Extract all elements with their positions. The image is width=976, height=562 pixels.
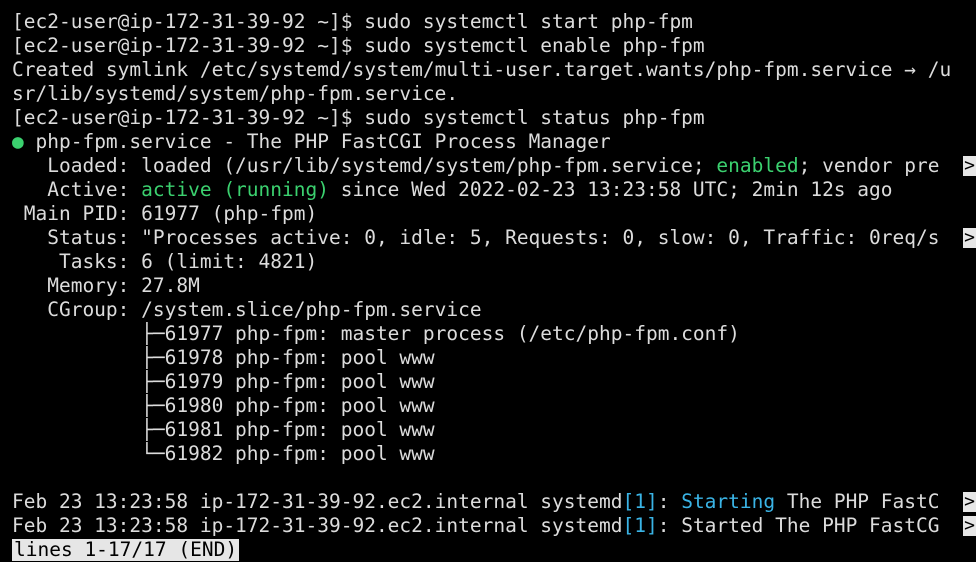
pager-line[interactable]: lines 1-17/17 (END): [12, 538, 976, 562]
cgroup-tree-item: ├─61980 php-fpm: pool www: [12, 394, 435, 417]
active-state: active (running): [141, 178, 329, 201]
journal-prefix: Feb 23 13:23:58 ip-172-31-39-92.ec2.inte…: [12, 514, 623, 537]
cgroup-line: CGroup: /system.slice/php-fpm.service: [12, 298, 482, 321]
shell-command: sudo systemctl start php-fpm: [364, 10, 693, 33]
truncation-marker: >: [963, 491, 976, 512]
loaded-rest: ; vendor pre: [798, 154, 940, 177]
truncation-marker: >: [963, 227, 976, 248]
journal-line: Feb 23 13:23:58 ip-172-31-39-92.ec2.inte…: [12, 490, 976, 514]
unit-description: php-fpm.service - The PHP FastCGI Proces…: [23, 130, 611, 153]
journal-pid: [1]: [622, 490, 658, 513]
truncation-marker: >: [963, 155, 976, 176]
loaded-line: Loaded: loaded (/usr/lib/systemd/system/…: [12, 154, 976, 178]
status-line: Status: "Processes active: 0, idle: 5, R…: [12, 226, 976, 250]
journal-highlight: Starting: [681, 490, 776, 513]
main-pid-line: Main PID: 61977 (php-fpm): [12, 202, 318, 225]
shell-command: sudo systemctl enable php-fpm: [364, 34, 705, 57]
cgroup-tree-item: ├─61979 php-fpm: pool www: [12, 370, 435, 393]
enabled-state: enabled: [716, 154, 799, 177]
shell-line: [ec2-user@ip-172-31-39-92 ~]$ sudo syste…: [12, 106, 976, 130]
tasks-line: Tasks: 6 (limit: 4821): [12, 250, 318, 273]
journal-prefix: Feb 23 13:23:58 ip-172-31-39-92.ec2.inte…: [12, 490, 623, 513]
journal-message: Started The PHP FastCG: [681, 514, 940, 537]
cgroup-tree-item: └─61982 php-fpm: pool www: [12, 442, 435, 465]
shell-prompt: [ec2-user@ip-172-31-39-92 ~]$: [12, 34, 365, 57]
active-since: since Wed 2022-02-23 13:23:58 UTC; 2min …: [328, 178, 893, 201]
shell-line: [ec2-user@ip-172-31-39-92 ~]$ sudo syste…: [12, 34, 976, 58]
shell-prompt: [ec2-user@ip-172-31-39-92 ~]$: [12, 10, 365, 33]
pager-status: lines 1-17/17 (END): [12, 538, 240, 561]
journal-separator: :: [657, 514, 682, 537]
journal-line: Feb 23 13:23:58 ip-172-31-39-92.ec2.inte…: [12, 514, 976, 538]
status-dot-icon: ●: [12, 130, 24, 153]
active-label: Active:: [12, 178, 142, 201]
active-line: Active: active (running) since Wed 2022-…: [12, 178, 976, 202]
cgroup-tree-item: ├─61978 php-fpm: pool www: [12, 346, 435, 369]
shell-line: [ec2-user@ip-172-31-39-92 ~]$ sudo syste…: [12, 10, 976, 34]
output-line: Created symlink /etc/systemd/system/mult…: [12, 58, 952, 81]
unit-line: ● php-fpm.service - The PHP FastCGI Proc…: [12, 130, 976, 154]
journal-message: The PHP FastC: [775, 490, 940, 513]
memory-line: Memory: 27.8M: [12, 274, 200, 297]
status-text: Status: "Processes active: 0, idle: 5, R…: [12, 226, 940, 249]
loaded-text: Loaded: loaded (/usr/lib/systemd/system/…: [12, 154, 717, 177]
truncation-marker: >: [963, 515, 976, 536]
shell-command: sudo systemctl status php-fpm: [364, 106, 705, 129]
output-line: sr/lib/systemd/system/php-fpm.service.: [12, 82, 459, 105]
shell-prompt: [ec2-user@ip-172-31-39-92 ~]$: [12, 106, 365, 129]
cgroup-tree-item: ├─61977 php-fpm: master process (/etc/ph…: [12, 322, 740, 345]
journal-pid: [1]: [622, 514, 658, 537]
journal-separator: :: [657, 490, 682, 513]
cgroup-tree-item: ├─61981 php-fpm: pool www: [12, 418, 435, 441]
terminal-window[interactable]: [ec2-user@ip-172-31-39-92 ~]$ sudo syste…: [0, 0, 976, 561]
